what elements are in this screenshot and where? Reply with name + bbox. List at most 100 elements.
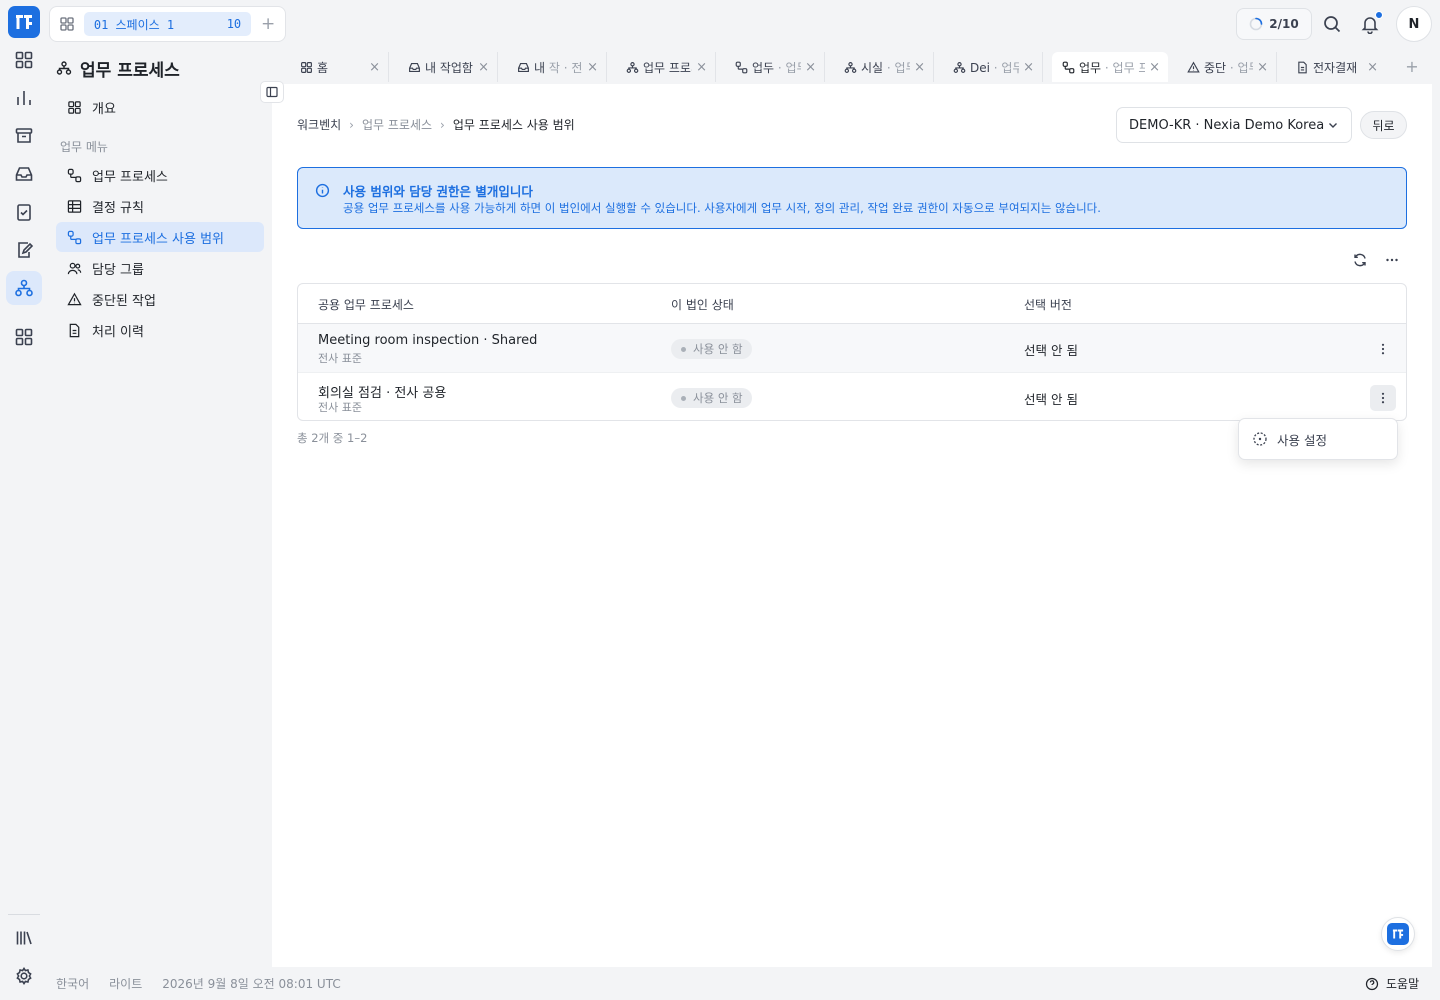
tab-home[interactable]: 홈 × [290,52,389,82]
tab-my-tasks[interactable]: 내 작업함 × [398,52,498,82]
close-icon[interactable]: × [1367,60,1378,75]
sidebar-toggle-icon[interactable] [260,81,284,103]
space-count: 10 [226,17,242,31]
table-header: 공용 업무 프로세스 이 법인 상태 선택 버전 [298,284,1406,324]
grid-icon [300,61,313,74]
sidebar-item-label: 담당 그룹 [92,262,144,278]
flow-icon [1062,61,1075,74]
grid-icon [66,99,82,115]
dashboard-icon[interactable] [6,43,42,77]
tab-label: 내 [534,60,549,75]
close-icon[interactable]: × [914,60,925,75]
breadcrumb-current: 업무 프로세스 사용 범위 [452,118,575,132]
table-row[interactable]: Meeting room inspection · Shared 전사 표준 사… [298,324,1406,372]
breadcrumb: 워크벤치 › 업무 프로세스 › 업무 프로세스 사용 범위 [297,116,575,133]
apps-icon[interactable] [6,320,42,354]
flow-icon [735,61,748,74]
assistant-button[interactable] [1381,917,1415,951]
menu-item-enable[interactable]: 사용 설정 [1277,430,1327,449]
space-tab-active[interactable]: 01 스페이스 1 10 [83,12,252,36]
settings-icon[interactable] [6,959,42,993]
add-space-icon[interactable]: + [251,14,285,34]
app-logo[interactable] [8,6,40,38]
help-link[interactable]: 도움말 [1365,975,1419,992]
table-row[interactable]: 회의실 점검 · 전사 공용 전사 표준 사용 안 함 선택 안 됨 [298,372,1406,420]
column-header-status[interactable]: 이 법인 상태 [671,296,734,313]
process-scope-table: 공용 업무 프로세스 이 법인 상태 선택 버전 Meeting room in… [297,283,1407,421]
notification-dot [1375,11,1383,19]
tab-label: 업무 [1079,60,1102,75]
logo-mark-icon [1387,923,1409,945]
avatar[interactable]: N [1396,6,1432,42]
sidebar-item-history[interactable]: 처리 이력 [56,315,264,345]
tab-label-muted: · 업무 [777,60,801,75]
archive-icon[interactable] [6,119,42,153]
breadcrumb-root[interactable]: 워크벤치 [297,116,341,133]
flow-icon [66,167,82,183]
task-progress-chip[interactable]: 2/10 [1236,8,1312,40]
entity-select[interactable]: DEMO-KR · Nexia Demo Korea [1116,107,1352,143]
close-icon[interactable]: × [1149,60,1160,75]
tab-stopped[interactable]: 중단 · 업무 × [1177,52,1277,82]
tab-e-approval[interactable]: 전자결재 × [1286,52,1386,82]
row-action-menu[interactable]: 사용 설정 [1238,418,1398,460]
process-icon[interactable] [6,271,42,305]
sidebar-item-processes[interactable]: 업무 프로세스 [56,160,264,190]
progress-text: 2/10 [1269,17,1299,31]
more-vertical-icon[interactable] [1370,385,1396,411]
library-icon[interactable] [6,921,42,955]
tab-label: 시실 [861,60,884,75]
inbox-icon[interactable] [6,157,42,191]
close-icon[interactable]: × [1023,60,1034,75]
chevron-down-icon [1327,119,1339,131]
chart-icon[interactable] [6,81,42,115]
tab-process-scope-active[interactable]: 업무 · 업무 프 × [1052,52,1168,82]
current-datetime: 2026년 9월 8일 오전 08:01 UTC [162,977,341,991]
close-icon[interactable]: × [1257,60,1268,75]
tab-label-muted: · 업무 [993,60,1020,75]
back-button[interactable]: 뒤로 [1360,111,1407,139]
tab-processes[interactable]: 업무 프로세스 × [616,52,716,82]
more-vertical-icon[interactable] [1370,336,1396,362]
tab-label: Dei [970,60,990,75]
sidebar-item-overview[interactable]: 개요 [56,92,264,122]
language-switch[interactable]: 한국어 [56,975,89,992]
close-icon[interactable]: × [696,60,707,75]
tab-process-b[interactable]: 시실 · 업무 × [834,52,934,82]
document-icon [66,322,82,338]
tab-label: 업두 [752,60,775,75]
tab-my-approvals[interactable]: 내 작 · 전자결재 × [507,52,607,82]
status-badge: 사용 안 함 [671,388,752,408]
theme-switch[interactable]: 라이트 [109,975,142,992]
close-icon[interactable]: × [478,60,489,75]
search-icon[interactable] [1316,8,1348,40]
sidebar-item-label: 중단된 작업 [92,293,156,309]
enable-icon [1252,431,1268,447]
process-icon [56,60,72,76]
tab-label-muted: 작 · 전자결재 [548,60,583,75]
close-icon[interactable]: × [587,60,598,75]
sidebar-item-label: 개요 [92,101,116,117]
space-grid-icon[interactable] [50,16,84,32]
sidebar-item-groups[interactable]: 담당 그룹 [56,253,264,283]
column-header-process[interactable]: 공용 업무 프로세스 [318,296,414,313]
status-badge: 사용 안 함 [671,339,752,359]
sidebar-item-stopped-tasks[interactable]: 중단된 작업 [56,284,264,314]
sidebar-section-label: 업무 메뉴 [60,140,108,154]
warning-icon [1187,60,1200,74]
close-icon[interactable]: × [805,60,816,75]
close-icon[interactable]: × [369,60,380,75]
sidebar-item-decision-rules[interactable]: 결정 규칙 [56,191,264,221]
breadcrumb-parent[interactable]: 업무 프로세스 [362,116,432,133]
column-header-version[interactable]: 선택 버전 [1024,296,1072,313]
sidebar-item-label: 업무 프로세스 사용 범위 [92,231,224,247]
approval-icon[interactable] [6,195,42,229]
add-tab-icon[interactable]: + [1400,52,1424,80]
sidebar-item-process-scope[interactable]: 업무 프로세스 사용 범위 [56,222,264,252]
tab-label: 중단 [1204,60,1227,75]
tab-process-c[interactable]: Dei · 업무 × [943,52,1043,82]
refresh-icon[interactable] [1348,250,1372,270]
more-horizontal-icon[interactable] [1380,250,1404,270]
tab-process-a[interactable]: 업두 · 업무 × [725,52,825,82]
edit-doc-icon[interactable] [6,233,42,267]
